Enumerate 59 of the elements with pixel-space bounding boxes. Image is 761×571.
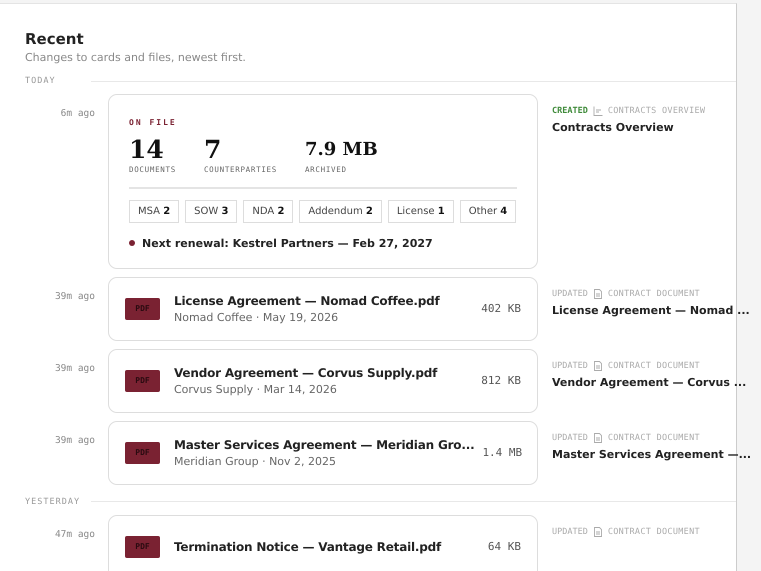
timestamp: 39m ago (54, 362, 95, 374)
target-title[interactable]: License Agreement — Nomad ... (552, 304, 750, 316)
target-title[interactable]: Contracts Overview (552, 121, 706, 134)
document-icon (592, 288, 603, 298)
action-label: UPDATED (552, 432, 588, 442)
file-name: License Agreement — Nomad Coffee.pdf (174, 294, 440, 308)
bullet-icon (129, 240, 135, 246)
target-type: CONTRACT DOCUMENT (608, 360, 700, 370)
timestamp: 39m ago (54, 434, 95, 446)
day-label: TODAY (25, 76, 56, 86)
pdf-badge: PDF (125, 298, 160, 320)
category-tag[interactable]: License 1 (388, 200, 454, 222)
file-meta: Corvus Supply · Mar 14, 2026 (174, 382, 338, 396)
target-type: CONTRACT DOCUMENT (608, 432, 700, 442)
file-card[interactable]: PDF Termination Notice — Vantage Retail.pdf 64 KB (108, 514, 538, 571)
day-label: YESTERDAY (25, 496, 80, 506)
file-name: Vendor Agreement — Corvus Supply.pdf (174, 366, 438, 380)
timestamp: 39m ago (54, 290, 95, 302)
action-label: UPDATED (552, 526, 588, 536)
timestamp: 47m ago (54, 528, 95, 540)
file-name: Master Services Agreement — Meridian Gro... (174, 438, 474, 452)
action-label: CREATED (552, 106, 588, 116)
timestamp: 6m ago (60, 107, 95, 119)
action-label: UPDATED (552, 360, 588, 370)
page-subtitle: Changes to cards and files, newest first. (25, 51, 247, 64)
file-size: 812 KB (480, 374, 521, 387)
target-type: CONTRACTS OVERVIEW (608, 106, 706, 116)
target-type: CONTRACT DOCUMENT (608, 288, 700, 298)
page-title: Recent (25, 30, 85, 48)
file-card[interactable]: PDF License Agreement — Nomad Coffee.pdf Nomad Coffee · May 19, 2026 402 KB (108, 276, 538, 340)
file-name: Termination Notice — Vantage Retail.pdf (174, 540, 442, 554)
file-card[interactable]: PDF Master Services Agreement — Meridian Gro... Meridian Group · Nov 2, 2025 1.4 MB (108, 420, 538, 484)
stat-value: 14 (129, 136, 165, 163)
card-eyebrow: ON FILE (129, 118, 178, 127)
stat-value: 7 (204, 136, 222, 163)
category-tag[interactable]: NDA 2 (243, 200, 294, 222)
chart-icon (592, 106, 603, 116)
category-tag[interactable]: MSA 2 (129, 200, 180, 222)
pdf-badge: PDF (125, 370, 160, 392)
file-meta: Nomad Coffee · May 19, 2026 (174, 310, 340, 324)
category-tag[interactable]: Other 4 (460, 200, 516, 222)
file-size: 64 KB (486, 540, 521, 553)
pdf-badge: PDF (125, 442, 160, 464)
renewal-note: Next renewal: Kestrel Partners — Feb 27, 2027 (142, 236, 433, 250)
file-meta: Meridian Group · Nov 2, 2025 (174, 454, 338, 468)
target-type: CONTRACT DOCUMENT (608, 526, 700, 536)
document-icon (592, 432, 603, 442)
file-size: 1.4 MB (481, 446, 522, 459)
action-label: UPDATED (552, 288, 588, 298)
pdf-badge: PDF (125, 536, 160, 558)
category-tag[interactable]: SOW 3 (185, 200, 238, 222)
target-title[interactable]: Vendor Agreement — Corvus ... (552, 376, 746, 388)
target-title[interactable]: Master Services Agreement —... (552, 448, 752, 460)
document-icon (592, 526, 603, 536)
document-icon (592, 360, 603, 370)
file-card[interactable]: PDF Vendor Agreement — Corvus Supply.pdf Corvus Supply · Mar 14, 2026 812 KB (108, 348, 538, 412)
file-size: 402 KB (480, 302, 521, 315)
category-tag[interactable]: Addendum 2 (299, 200, 382, 222)
stat-value: 7.9 MB (304, 138, 378, 162)
